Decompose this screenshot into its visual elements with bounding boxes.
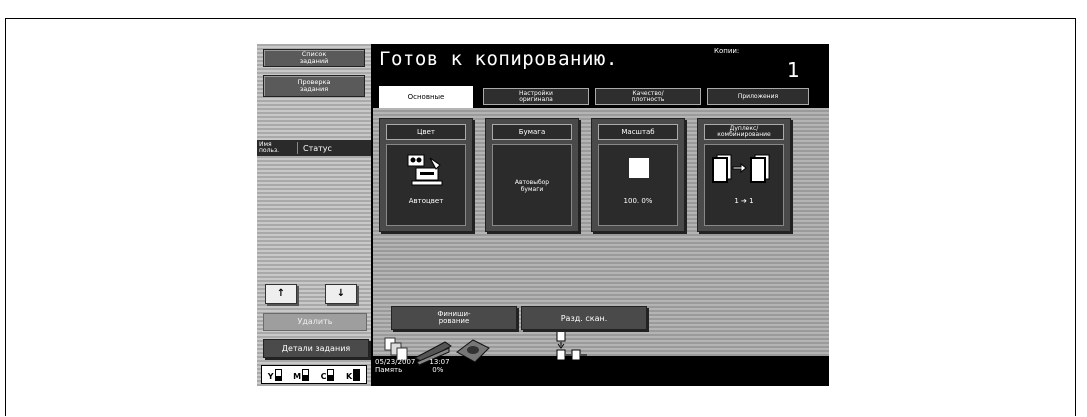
hole-punch-icon [456, 339, 490, 363]
memory-label: Память [375, 366, 403, 374]
toner-levels: Y M C K [261, 365, 367, 384]
job-list-button[interactable]: Список заданий [263, 49, 365, 67]
toner-k: K [346, 368, 361, 381]
toner-m-bar [302, 368, 310, 381]
job-details-button[interactable]: Детали задания [263, 339, 369, 358]
tab-strip: Основные Настройки оригинала Качество/ п… [373, 86, 829, 108]
toner-y-label: Y [267, 371, 274, 381]
copier-control-panel: Список заданий Проверка задания Имя поль… [257, 44, 829, 386]
up-arrow-icon: ↑ [276, 288, 286, 299]
paper-tile-value: Автовыбор бумаги [493, 179, 571, 193]
job-sidebar: Список заданий Проверка задания Имя поль… [257, 44, 371, 386]
memory-value: 0% [432, 366, 444, 374]
toner-y-bar [274, 368, 282, 381]
status-time: 13:07 [429, 358, 450, 366]
user-column-header: Имя польз. [257, 142, 298, 154]
toner-y: Y [267, 368, 282, 381]
zoom-tile-body: 100. 0% [598, 144, 678, 226]
finishing-label-2: рование [438, 317, 470, 325]
paper-tile-header: Бумага [492, 124, 572, 140]
status-column-header: Статус [303, 143, 332, 153]
scroll-down-button[interactable]: ↓ [325, 284, 357, 304]
copies-count[interactable]: 1 [787, 58, 800, 82]
copies-label: Копии: [714, 47, 740, 55]
user-col-line-2: польз. [259, 147, 280, 154]
paper-value-line-1: Автовыбор [514, 179, 550, 186]
separate-scan-icon [556, 330, 587, 361]
scroll-up-button[interactable]: ↑ [265, 284, 297, 304]
toner-c-bar [327, 368, 335, 381]
paper-value-line-2: бумаги [520, 186, 544, 193]
color-tile-header: Цвет [386, 124, 466, 140]
toner-k-label: K [346, 371, 353, 381]
scale-square-icon [629, 158, 649, 178]
tab-quality-label-2: плотность [631, 95, 665, 103]
status-footer: 05/23/2007 13:07 Память 0% [375, 358, 450, 374]
sort-pages-icon [384, 337, 408, 361]
duplex-pages-icon [712, 154, 770, 183]
job-list-header: Имя польз. Статус [257, 140, 371, 156]
tab-original-label-2: оригинала [519, 95, 553, 103]
zoom-tile[interactable]: Масштаб 100. 0% [591, 118, 685, 232]
paper-tile[interactable]: Бумага Автовыбор бумаги [485, 118, 579, 232]
tab-applications[interactable]: Приложения [707, 88, 809, 105]
duplex-tile[interactable]: Дуплекс/ комбинирование 1 ➔ 1 [697, 118, 791, 232]
duplex-tile-body: 1 ➔ 1 [704, 144, 784, 226]
job-check-label-2: задания [299, 85, 329, 93]
duplex-header-line-2: комбинирование [717, 131, 771, 138]
separate-scan-button[interactable]: Разд. скан. [521, 306, 647, 330]
color-printer-icon [407, 154, 443, 186]
tab-quality-density[interactable]: Качество/ плотность [595, 88, 701, 105]
job-list-label-2: заданий [299, 57, 329, 65]
toner-m: M [293, 368, 310, 381]
color-tile-value: Автоцвет [408, 197, 444, 205]
toner-c-label: C [320, 371, 327, 381]
color-tile[interactable]: Цвет Автоцвет [379, 118, 473, 232]
delete-button[interactable]: Удалить [263, 313, 367, 331]
tab-original-settings[interactable]: Настройки оригинала [483, 88, 589, 105]
toner-c: C [320, 368, 335, 381]
down-arrow-icon: ↓ [336, 288, 346, 299]
paper-tile-body: Автовыбор бумаги [492, 144, 572, 226]
status-date: 05/23/2007 [375, 358, 416, 366]
tab-basic-label: Основные [407, 93, 445, 101]
tab-basic[interactable]: Основные [379, 86, 473, 108]
toner-m-label: M [293, 371, 302, 381]
tab-applications-label: Приложения [737, 92, 779, 100]
zoom-tile-header: Масштаб [598, 124, 678, 140]
job-check-button[interactable]: Проверка задания [263, 75, 365, 97]
toner-k-bar [353, 368, 361, 381]
zoom-tile-value: 100. 0% [623, 197, 653, 205]
duplex-tile-value: 1 ➔ 1 [734, 197, 754, 205]
ready-status-title: Готов к копированию. [379, 48, 618, 70]
color-tile-body: Автоцвет [386, 144, 466, 226]
separate-scan-label: Разд. скан. [560, 313, 608, 323]
finishing-button[interactable]: Финиши- рование [391, 306, 517, 330]
duplex-tile-header: Дуплекс/ комбинирование [704, 124, 784, 140]
